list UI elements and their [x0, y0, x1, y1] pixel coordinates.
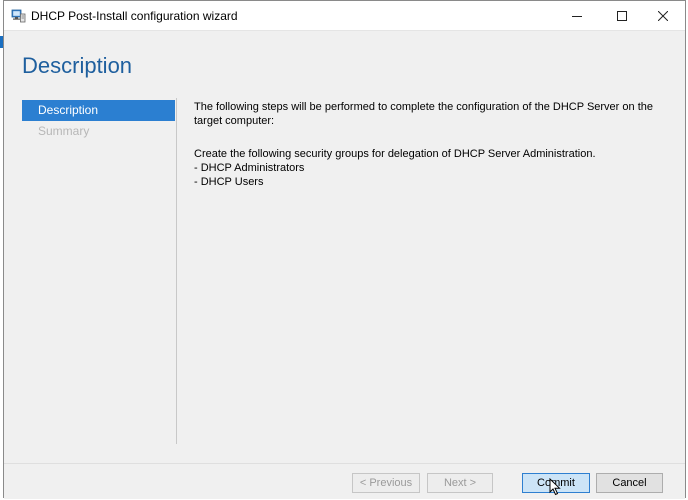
- description-body: The following steps will be performed to…: [194, 100, 664, 189]
- close-button[interactable]: [641, 1, 685, 30]
- window-title: DHCP Post-Install configuration wizard: [31, 9, 238, 23]
- maximize-icon: [617, 10, 627, 21]
- title-bar[interactable]: DHCP Post-Install configuration wizard: [4, 1, 685, 31]
- close-icon: [658, 10, 668, 21]
- maximize-button[interactable]: [600, 1, 644, 30]
- next-button[interactable]: Next >: [427, 473, 493, 493]
- wizard-step-nav: Description Summary: [22, 98, 177, 444]
- previous-button[interactable]: < Previous: [352, 473, 420, 493]
- wizard-window: DHCP Post-Install configuration wizard D…: [3, 0, 686, 499]
- wizard-content: Description Description Summary The foll…: [4, 31, 685, 461]
- minimize-icon: [572, 15, 582, 17]
- group-item-users: - DHCP Users: [194, 176, 264, 188]
- minimize-button[interactable]: [555, 1, 599, 30]
- wizard-footer: < Previous Next > Commit Cancel: [4, 463, 685, 499]
- group-item-administrators: - DHCP Administrators: [194, 162, 305, 174]
- nav-item-summary: Summary: [38, 124, 90, 138]
- cancel-button[interactable]: Cancel: [596, 473, 663, 493]
- page-title: Description: [22, 53, 133, 78]
- mouse-pointer-icon: [549, 478, 561, 496]
- nav-item-description[interactable]: Description: [22, 100, 175, 121]
- dhcp-server-icon: [11, 9, 26, 23]
- intro-text: The following steps will be performed to…: [194, 101, 653, 127]
- groups-heading: Create the following security groups for…: [194, 148, 596, 160]
